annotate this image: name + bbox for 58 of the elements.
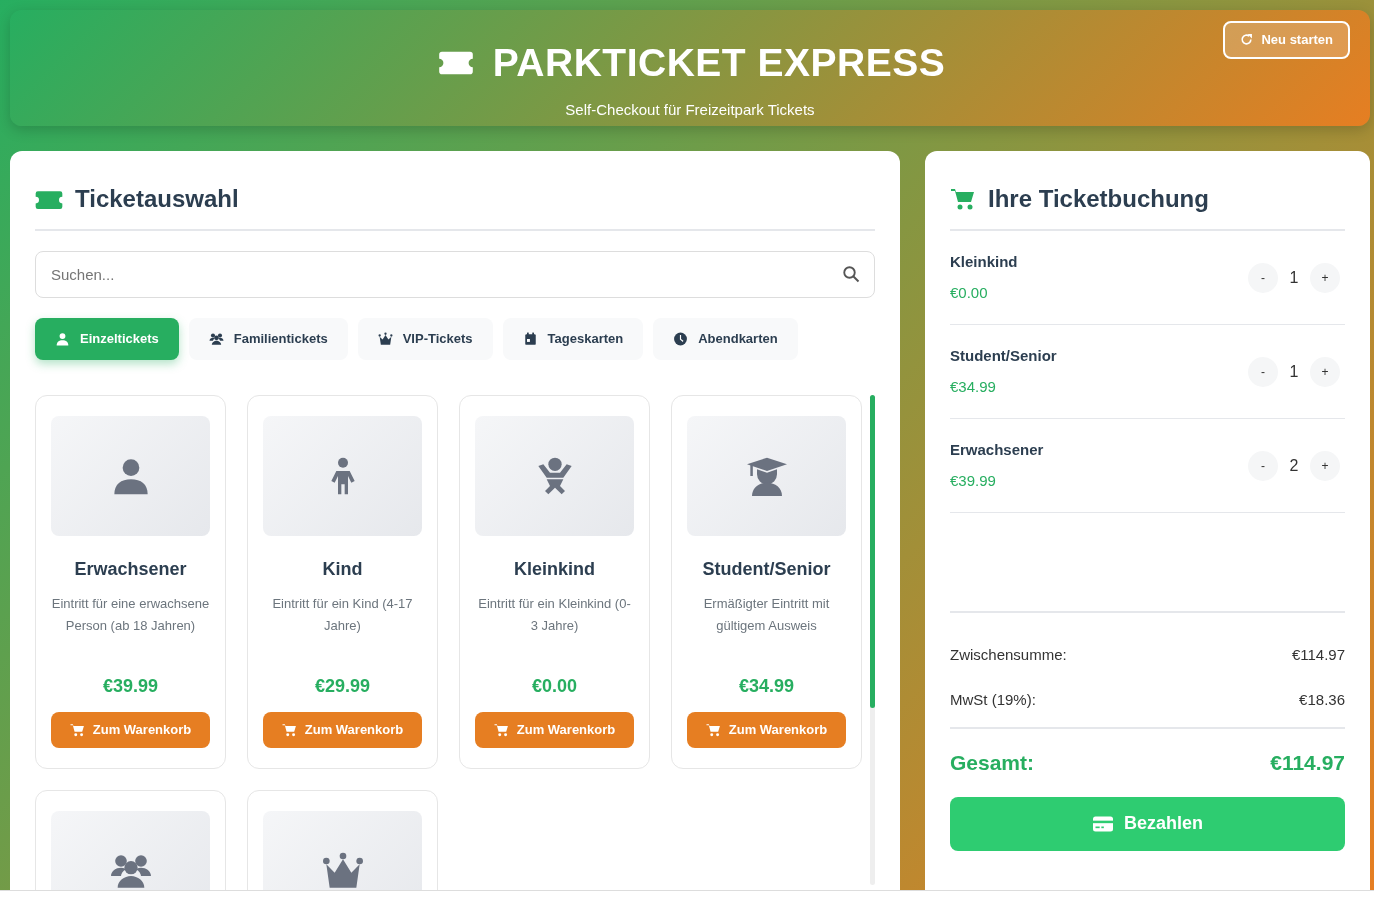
group-icon (208, 331, 224, 346)
category-tab[interactable]: VIP-Tickets (357, 318, 493, 360)
cart-item-price: €39.99 (950, 470, 997, 491)
cart-plus-icon (69, 722, 85, 737)
ticket-name: Kind (321, 557, 364, 581)
quantity: 1 (1288, 267, 1300, 288)
cart-plus-icon (705, 722, 721, 737)
category-tab[interactable]: Abendkarten (653, 318, 798, 360)
scrollbar[interactable] (870, 394, 875, 885)
decrease-button[interactable]: - (1248, 262, 1278, 293)
ticket-price: €0.00 (530, 674, 578, 698)
crown-icon (322, 850, 363, 890)
cart-plus-icon (281, 722, 297, 737)
app-subtitle: Self-Checkout für Freizeitpark Tickets (564, 99, 816, 120)
redo-icon (1240, 33, 1254, 47)
panel-title: Ihre Ticketbuchung (988, 184, 1209, 214)
search-field[interactable]: Suchen... (35, 251, 875, 298)
ticket-description: Eintritt für eine erwachsene Person (ab 18 Jahren) (51, 594, 210, 635)
cart-item-name: Erwachsener (950, 440, 1044, 460)
summary-label: MwSt (19%): (950, 689, 1036, 710)
quantity: 2 (1288, 455, 1300, 476)
increase-button[interactable]: + (1310, 356, 1340, 387)
calendar-icon (522, 331, 538, 346)
app-title: PARKTICKET EXPRESS (492, 40, 946, 86)
search-icon (842, 265, 860, 283)
cart-item-price: €0.00 (950, 282, 989, 303)
increase-button[interactable]: + (1310, 262, 1340, 293)
category-tab[interactable]: Familientickets (188, 318, 348, 360)
ticket-price: €34.99 (737, 674, 796, 698)
graduate-icon (746, 455, 787, 496)
ticket-name: Erwachsener (73, 557, 188, 581)
summary-label: Zwischensumme: (950, 645, 1067, 665)
ticket-description: Eintritt für ein Kind (4-17 Jahre) (271, 594, 414, 635)
user-icon (55, 331, 70, 346)
summary-value: €114.97 (1291, 645, 1345, 665)
ticket-icon (35, 189, 63, 209)
crown-icon (377, 331, 393, 346)
decrease-button[interactable]: - (1248, 356, 1278, 387)
increase-button[interactable]: + (1310, 450, 1340, 481)
clock-icon (673, 331, 689, 346)
category-tab[interactable]: Tageskarten (502, 318, 644, 360)
cart-plus-icon (493, 722, 509, 737)
panel-title: Ticketauswahl (75, 184, 239, 214)
ticket-price: €29.99 (313, 674, 372, 698)
cart-item-name: Student/Senior (950, 346, 1057, 366)
decrease-button[interactable]: - (1248, 450, 1278, 481)
ticket-price: €39.99 (101, 674, 160, 698)
quantity: 1 (1288, 361, 1300, 382)
total-value: €114.97 (1270, 750, 1345, 776)
cart-item-name: Kleinkind (950, 252, 1018, 272)
ticket-name: Student/Senior (701, 557, 832, 581)
cart-item-price: €34.99 (950, 376, 997, 397)
ticket-name: Kleinkind (513, 557, 596, 581)
cart-icon (950, 187, 976, 211)
summary-value: €18.36 (1299, 689, 1345, 710)
ticket-description: Eintritt für ein Kleinkind (0-3 Jahre) (477, 594, 632, 635)
ticket-description: Ermäßigter Eintritt mit gültigem Ausweis (702, 594, 831, 635)
total-label: Gesamt: (950, 750, 1035, 776)
